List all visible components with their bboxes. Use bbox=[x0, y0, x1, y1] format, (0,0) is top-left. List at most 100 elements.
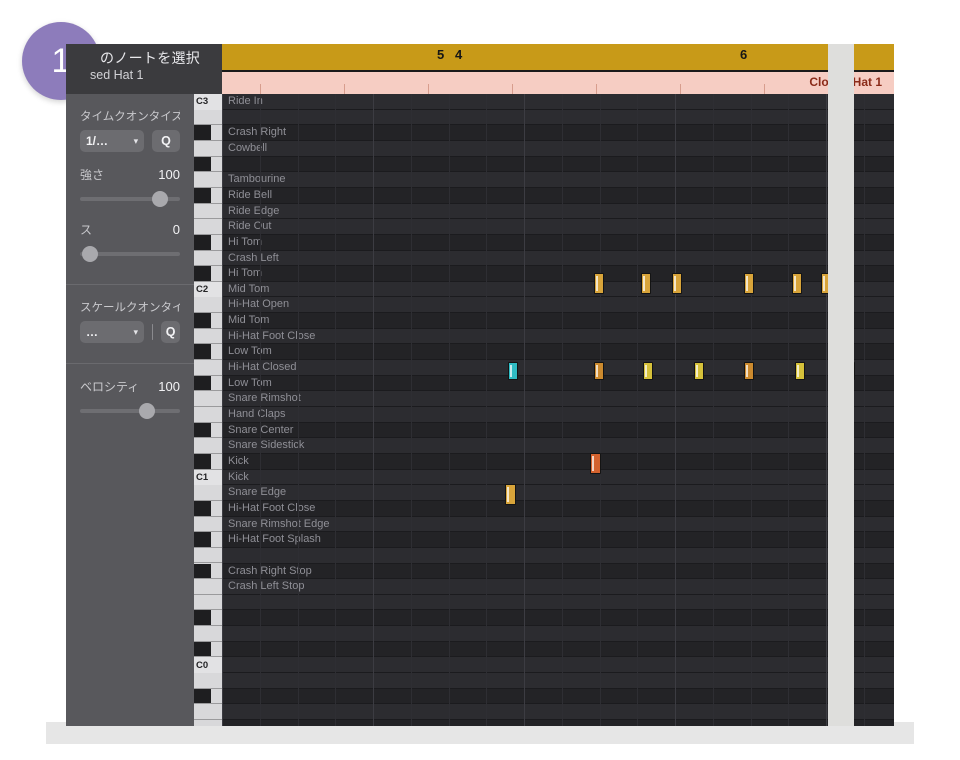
region-header-bar[interactable]: Closed Hat 1 bbox=[222, 72, 894, 94]
piano-key-c[interactable]: C3 bbox=[194, 94, 222, 110]
note-lane[interactable] bbox=[222, 594, 894, 611]
note-lane[interactable] bbox=[222, 453, 894, 470]
piano-key-c[interactable]: C2 bbox=[194, 281, 222, 298]
note-lane[interactable] bbox=[222, 563, 894, 580]
midi-note[interactable] bbox=[594, 273, 604, 294]
note-lane[interactable] bbox=[222, 313, 894, 329]
scale-quantize-q-button[interactable]: Q bbox=[161, 321, 180, 343]
midi-note[interactable] bbox=[744, 273, 754, 294]
piano-key-white[interactable] bbox=[194, 626, 222, 642]
note-lane[interactable] bbox=[222, 328, 894, 345]
piano-key-white[interactable] bbox=[194, 250, 222, 267]
note-lane[interactable] bbox=[222, 438, 894, 454]
note-lane[interactable] bbox=[222, 532, 894, 548]
time-quantize-q-button[interactable]: Q bbox=[152, 130, 180, 152]
note-lane[interactable] bbox=[222, 297, 894, 314]
note-lane[interactable] bbox=[222, 391, 894, 407]
timeline-ruler[interactable]: 54 6 bbox=[222, 44, 894, 72]
swing-slider[interactable] bbox=[80, 246, 180, 262]
piano-key-c[interactable]: C1 bbox=[194, 469, 222, 486]
piano-key-black[interactable] bbox=[194, 453, 211, 470]
midi-note[interactable] bbox=[694, 362, 704, 380]
piano-key-black[interactable] bbox=[194, 125, 211, 141]
midi-note[interactable] bbox=[744, 362, 754, 380]
vertical-scroll-gutter[interactable] bbox=[828, 44, 854, 726]
piano-key-white[interactable] bbox=[194, 485, 222, 501]
piano-key-white[interactable] bbox=[194, 673, 222, 689]
piano-key-white[interactable] bbox=[194, 579, 222, 595]
piano-key-black[interactable] bbox=[194, 156, 211, 173]
note-lane[interactable] bbox=[222, 187, 894, 204]
note-lane[interactable] bbox=[222, 125, 894, 141]
note-lane[interactable] bbox=[222, 579, 894, 595]
piano-key-black[interactable] bbox=[194, 234, 211, 251]
piano-key-white[interactable] bbox=[194, 360, 222, 376]
piano-keyboard[interactable]: C3 C2 C1 C0 bbox=[194, 94, 222, 726]
note-lane[interactable] bbox=[222, 688, 894, 705]
piano-key-white[interactable] bbox=[194, 704, 222, 720]
note-lane[interactable] bbox=[222, 407, 894, 423]
strength-slider-knob[interactable] bbox=[152, 191, 169, 207]
piano-key-black[interactable] bbox=[194, 313, 211, 329]
piano-key-black[interactable] bbox=[194, 563, 211, 580]
midi-note[interactable] bbox=[594, 362, 604, 380]
velocity-slider[interactable] bbox=[80, 403, 180, 419]
note-lane[interactable] bbox=[222, 250, 894, 267]
piano-key-black[interactable] bbox=[194, 344, 211, 361]
note-lane[interactable] bbox=[222, 641, 894, 658]
midi-note[interactable] bbox=[795, 362, 805, 380]
note-lane[interactable] bbox=[222, 234, 894, 251]
note-lane[interactable] bbox=[222, 422, 894, 439]
piano-key-white[interactable] bbox=[194, 328, 222, 345]
note-lane[interactable] bbox=[222, 109, 894, 126]
note-lane[interactable] bbox=[222, 219, 894, 235]
note-lane[interactable] bbox=[222, 203, 894, 220]
piano-key-white[interactable] bbox=[194, 219, 222, 235]
midi-note[interactable] bbox=[505, 484, 516, 505]
note-lane[interactable] bbox=[222, 469, 894, 486]
piano-key-white[interactable] bbox=[194, 140, 222, 157]
velocity-slider-knob[interactable] bbox=[138, 403, 155, 419]
swing-slider-knob[interactable] bbox=[81, 246, 98, 262]
note-lane[interactable] bbox=[222, 344, 894, 361]
note-lane[interactable] bbox=[222, 516, 894, 533]
midi-note[interactable] bbox=[590, 453, 601, 474]
piano-key-black[interactable] bbox=[194, 422, 211, 439]
piano-key-white[interactable] bbox=[194, 109, 222, 126]
time-quantize-popup[interactable]: 1/… ▾ bbox=[80, 130, 145, 152]
note-lane[interactable] bbox=[222, 673, 894, 689]
piano-key-black[interactable] bbox=[194, 500, 211, 517]
piano-key-white[interactable] bbox=[194, 203, 222, 220]
strength-slider[interactable] bbox=[80, 191, 180, 207]
note-lane[interactable] bbox=[222, 485, 894, 501]
midi-note[interactable] bbox=[641, 273, 651, 294]
scale-quantize-popup[interactable]: … ▾ bbox=[80, 321, 144, 343]
note-lane[interactable] bbox=[222, 156, 894, 173]
piano-key-white[interactable] bbox=[194, 297, 222, 314]
note-lane[interactable] bbox=[222, 657, 894, 674]
piano-key-white[interactable] bbox=[194, 407, 222, 423]
piano-key-white[interactable] bbox=[194, 391, 222, 407]
piano-key-c[interactable]: C0 bbox=[194, 657, 222, 674]
piano-key-white[interactable] bbox=[194, 438, 222, 454]
note-lane[interactable] bbox=[222, 704, 894, 720]
note-lane[interactable] bbox=[222, 500, 894, 517]
piano-key-black[interactable] bbox=[194, 641, 211, 658]
midi-note[interactable] bbox=[643, 362, 653, 380]
piano-key-black[interactable] bbox=[194, 266, 211, 282]
note-lane[interactable] bbox=[222, 360, 894, 376]
note-lane[interactable] bbox=[222, 610, 894, 627]
piano-key-white[interactable] bbox=[194, 172, 222, 188]
note-grid[interactable]: Ride In Crash Right Cowbell Tambourine Ride … bbox=[222, 94, 894, 726]
note-lane[interactable] bbox=[222, 626, 894, 642]
midi-note[interactable] bbox=[672, 273, 682, 294]
piano-key-black[interactable] bbox=[194, 532, 211, 548]
midi-note[interactable] bbox=[792, 273, 802, 294]
midi-note[interactable] bbox=[508, 362, 518, 380]
piano-key-black[interactable] bbox=[194, 187, 211, 204]
piano-key-black[interactable] bbox=[194, 688, 211, 705]
piano-key-white[interactable] bbox=[194, 516, 222, 533]
note-lane[interactable] bbox=[222, 140, 894, 157]
note-lane[interactable] bbox=[222, 172, 894, 188]
note-lane[interactable] bbox=[222, 547, 894, 564]
